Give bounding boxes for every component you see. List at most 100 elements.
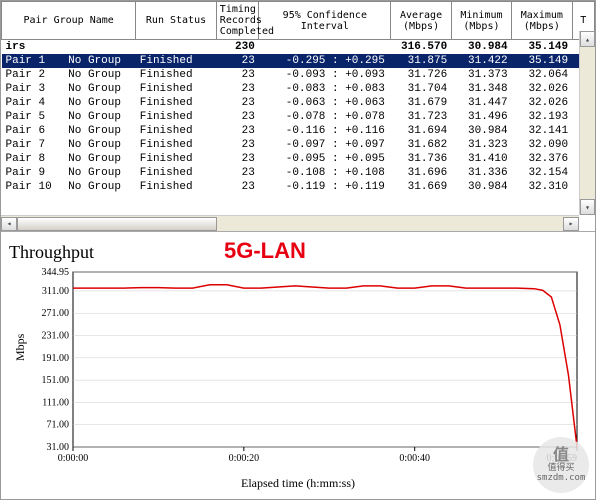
cell-pair: Pair 1 [2, 54, 65, 68]
summary-records: 230 [216, 40, 259, 55]
horizontal-scrollbar[interactable]: ◂ ▸ [1, 215, 579, 231]
cell-records: 23 [216, 166, 259, 180]
summary-min: 30.984 [451, 40, 511, 55]
cell-status: Finished [136, 152, 217, 166]
cell-avg: 31.694 [391, 124, 451, 138]
svg-text:31.00: 31.00 [47, 442, 70, 453]
cell-avg: 31.736 [391, 152, 451, 166]
cell-group: No Group [64, 166, 136, 180]
cell-group: No Group [64, 138, 136, 152]
svg-text:151.00: 151.00 [42, 375, 70, 386]
cell-min: 30.984 [451, 124, 511, 138]
scroll-thumb[interactable] [17, 217, 217, 231]
cell-group: No Group [64, 180, 136, 194]
scroll-right-icon[interactable]: ▸ [563, 217, 579, 231]
cell-records: 23 [216, 96, 259, 110]
cell-max: 32.064 [512, 68, 572, 82]
scroll-down-icon[interactable]: ▾ [580, 199, 595, 215]
cell-group: No Group [64, 68, 136, 82]
cell-status: Finished [136, 82, 217, 96]
table-row[interactable]: Pair 3 No Group Finished 23 -0.083 : +0.… [2, 82, 595, 96]
cell-max: 32.193 [512, 110, 572, 124]
cell-records: 23 [216, 54, 259, 68]
col-header-status[interactable]: Run Status [136, 2, 217, 40]
scroll-up-icon[interactable]: ▴ [580, 31, 595, 47]
cell-max: 32.026 [512, 96, 572, 110]
table-row[interactable]: Pair 9 No Group Finished 23 -0.108 : +0.… [2, 166, 595, 180]
cell-avg: 31.723 [391, 110, 451, 124]
cell-status: Finished [136, 110, 217, 124]
chart-area: Mbps 31.0071.00111.00151.00191.00231.002… [25, 266, 587, 476]
cell-records: 23 [216, 110, 259, 124]
cell-ci: -0.063 : +0.063 [259, 96, 391, 110]
cell-records: 23 [216, 68, 259, 82]
cell-avg: 31.669 [391, 180, 451, 194]
cell-ci: -0.116 : +0.116 [259, 124, 391, 138]
cell-ci: -0.097 : +0.097 [259, 138, 391, 152]
cell-status: Finished [136, 138, 217, 152]
cell-pair: Pair 7 [2, 138, 65, 152]
svg-text:191.00: 191.00 [42, 353, 70, 364]
cell-max: 32.090 [512, 138, 572, 152]
scroll-left-icon[interactable]: ◂ [1, 217, 17, 231]
cell-min: 31.447 [451, 96, 511, 110]
col-header-ci[interactable]: 95% Confidence Interval [259, 2, 391, 40]
table-row[interactable]: Pair 8 No Group Finished 23 -0.095 : +0.… [2, 152, 595, 166]
svg-text:0:00:40: 0:00:40 [399, 453, 430, 464]
col-header-avg[interactable]: Average (Mbps) [391, 2, 451, 40]
cell-max: 32.376 [512, 152, 572, 166]
results-table-panel: Pair Group Name Run Status Timing Record… [1, 1, 595, 231]
cell-min: 31.373 [451, 68, 511, 82]
summary-row[interactable]: irs 230 316.570 30.984 35.149 [2, 40, 595, 55]
cell-avg: 31.682 [391, 138, 451, 152]
cell-avg: 31.875 [391, 54, 451, 68]
table-row[interactable]: Pair 7 No Group Finished 23 -0.097 : +0.… [2, 138, 595, 152]
cell-max: 32.026 [512, 82, 572, 96]
table-row[interactable]: Pair 6 No Group Finished 23 -0.116 : +0.… [2, 124, 595, 138]
cell-records: 23 [216, 138, 259, 152]
cell-records: 23 [216, 152, 259, 166]
table-row[interactable]: Pair 2 No Group Finished 23 -0.093 : +0.… [2, 68, 595, 82]
table-row[interactable]: Pair 5 No Group Finished 23 -0.078 : +0.… [2, 110, 595, 124]
cell-ci: -0.093 : +0.093 [259, 68, 391, 82]
chart-ylabel: Mbps [13, 334, 28, 361]
svg-text:271.00: 271.00 [42, 308, 70, 319]
cell-group: No Group [64, 152, 136, 166]
col-header-pair-group[interactable]: Pair Group Name [2, 2, 136, 40]
table-row[interactable]: Pair 1 No Group Finished 23 -0.295 : +0.… [2, 54, 595, 68]
summary-max: 35.149 [512, 40, 572, 55]
svg-text:344.95: 344.95 [42, 267, 70, 278]
results-table: Pair Group Name Run Status Timing Record… [1, 1, 595, 194]
cell-avg: 31.726 [391, 68, 451, 82]
col-header-min[interactable]: Minimum (Mbps) [451, 2, 511, 40]
chart-overlay-label: 5G-LAN [224, 238, 306, 264]
cell-ci: -0.108 : +0.108 [259, 166, 391, 180]
svg-text:231.00: 231.00 [42, 331, 70, 342]
cell-status: Finished [136, 124, 217, 138]
cell-min: 30.984 [451, 180, 511, 194]
cell-status: Finished [136, 96, 217, 110]
cell-pair: Pair 4 [2, 96, 65, 110]
cell-pair: Pair 5 [2, 110, 65, 124]
cell-avg: 31.704 [391, 82, 451, 96]
cell-group: No Group [64, 96, 136, 110]
cell-records: 23 [216, 82, 259, 96]
svg-text:0:00:20: 0:00:20 [229, 453, 260, 464]
cell-avg: 31.696 [391, 166, 451, 180]
cell-pair: Pair 3 [2, 82, 65, 96]
svg-text:71.00: 71.00 [47, 420, 70, 431]
chart-svg: 31.0071.00111.00151.00191.00231.00271.00… [25, 266, 585, 471]
summary-label: irs [2, 40, 217, 55]
cell-min: 31.422 [451, 54, 511, 68]
cell-pair: Pair 10 [2, 180, 65, 194]
chart-xlabel: Elapsed time (h:mm:ss) [9, 476, 587, 491]
table-row[interactable]: Pair 4 No Group Finished 23 -0.063 : +0.… [2, 96, 595, 110]
table-row[interactable]: Pair 10 No Group Finished 23 -0.119 : +0… [2, 180, 595, 194]
col-header-records[interactable]: Timing Records Completed [216, 2, 259, 40]
cell-ci: -0.095 : +0.095 [259, 152, 391, 166]
vertical-scrollbar[interactable]: ▴ ▾ [579, 31, 595, 215]
scroll-h-track[interactable] [17, 217, 563, 231]
svg-text:311.00: 311.00 [42, 286, 69, 297]
col-header-max[interactable]: Maximum (Mbps) [512, 2, 572, 40]
scroll-v-track[interactable] [580, 47, 595, 199]
